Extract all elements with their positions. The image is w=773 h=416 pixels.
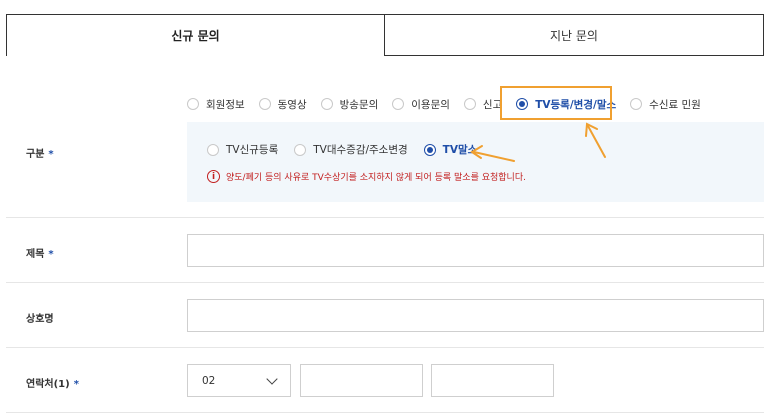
inquiry-tabs: 신규 문의 지난 문의 [6,14,764,56]
info-icon: i [207,170,220,183]
highlight-box [500,86,612,120]
radio-tv-change[interactable]: TV대수증감/주소변경 [294,142,408,157]
radio-circle [187,98,199,110]
divider [6,347,764,348]
radio-circle [630,98,643,110]
company-label: 상호명 [26,310,54,325]
radio-circle [320,98,333,110]
title-input[interactable] [187,234,764,267]
radio-circle [207,143,219,156]
radio-circle-checked [423,143,436,156]
area-code-value: 02 [202,374,216,387]
contact-label-text: 연락처(1) [26,379,70,390]
radio-label: TV말소 [442,144,478,156]
required-mark: * [73,379,79,390]
company-input[interactable] [187,299,764,332]
category-label: 구분 * [26,145,54,160]
divider [6,412,764,413]
notice-message: i 양도/폐기 등의 사유로 TV수상기를 소지하지 않게 되어 등록 말소를 … [207,170,526,183]
radio-label: TV대수증감/주소변경 [313,144,408,156]
radio-license-fee[interactable]: 수신료 민원 [630,97,701,112]
required-mark: * [48,249,54,260]
radio-report[interactable]: 신고 [463,97,502,112]
radio-circle [392,98,405,110]
radio-circle [463,98,476,110]
divider [6,282,764,283]
radio-label: 회원정보 [206,98,245,111]
radio-usage-inquiry[interactable]: 이용문의 [392,97,450,112]
tab-past-inquiry[interactable]: 지난 문의 [385,14,764,56]
area-code-select[interactable]: 02 [187,364,291,397]
radio-label: 수신료 민원 [649,98,701,111]
title-label: 제목 * [26,245,54,260]
company-label-text: 상호명 [26,314,54,325]
notice-text: 양도/폐기 등의 사유로 TV수상기를 소지하지 않게 되어 등록 말소를 요청… [226,173,526,183]
tab-new-inquiry[interactable]: 신규 문의 [6,14,385,56]
category-radio-group: 회원정보 동영상 방송문의 이용문의 신고 TV등록/변경/말소 수신료 민원 [187,96,715,112]
divider [6,217,764,218]
radio-video[interactable]: 동영상 [258,97,307,112]
radio-label: 이용문의 [411,98,450,111]
radio-circle [258,98,271,110]
radio-tv-cancel[interactable]: TV말소 [423,142,478,157]
radio-member-info[interactable]: 회원정보 [187,97,245,112]
required-mark: * [48,149,54,160]
title-label-text: 제목 [26,249,45,260]
radio-tv-new[interactable]: TV신규등록 [207,142,278,157]
contact-label: 연락처(1) * [26,375,79,390]
phone-last-input[interactable] [431,364,554,397]
annotation-arrows [470,122,606,162]
radio-broadcast-inquiry[interactable]: 방송문의 [320,97,379,112]
sub-radio-group: TV신규등록 TV대수증감/주소변경 TV말소 [207,142,493,157]
phone-middle-input[interactable] [300,364,423,397]
radio-label: TV신규등록 [226,144,279,156]
radio-label: 동영상 [277,98,307,111]
radio-label: 방송문의 [339,98,379,111]
sub-option-panel: TV신규등록 TV대수증감/주소변경 TV말소 i 양도/폐기 등의 사유로 T… [187,122,764,202]
category-label-text: 구분 [26,149,45,160]
chevron-down-icon [266,372,278,385]
radio-circle [294,143,307,156]
